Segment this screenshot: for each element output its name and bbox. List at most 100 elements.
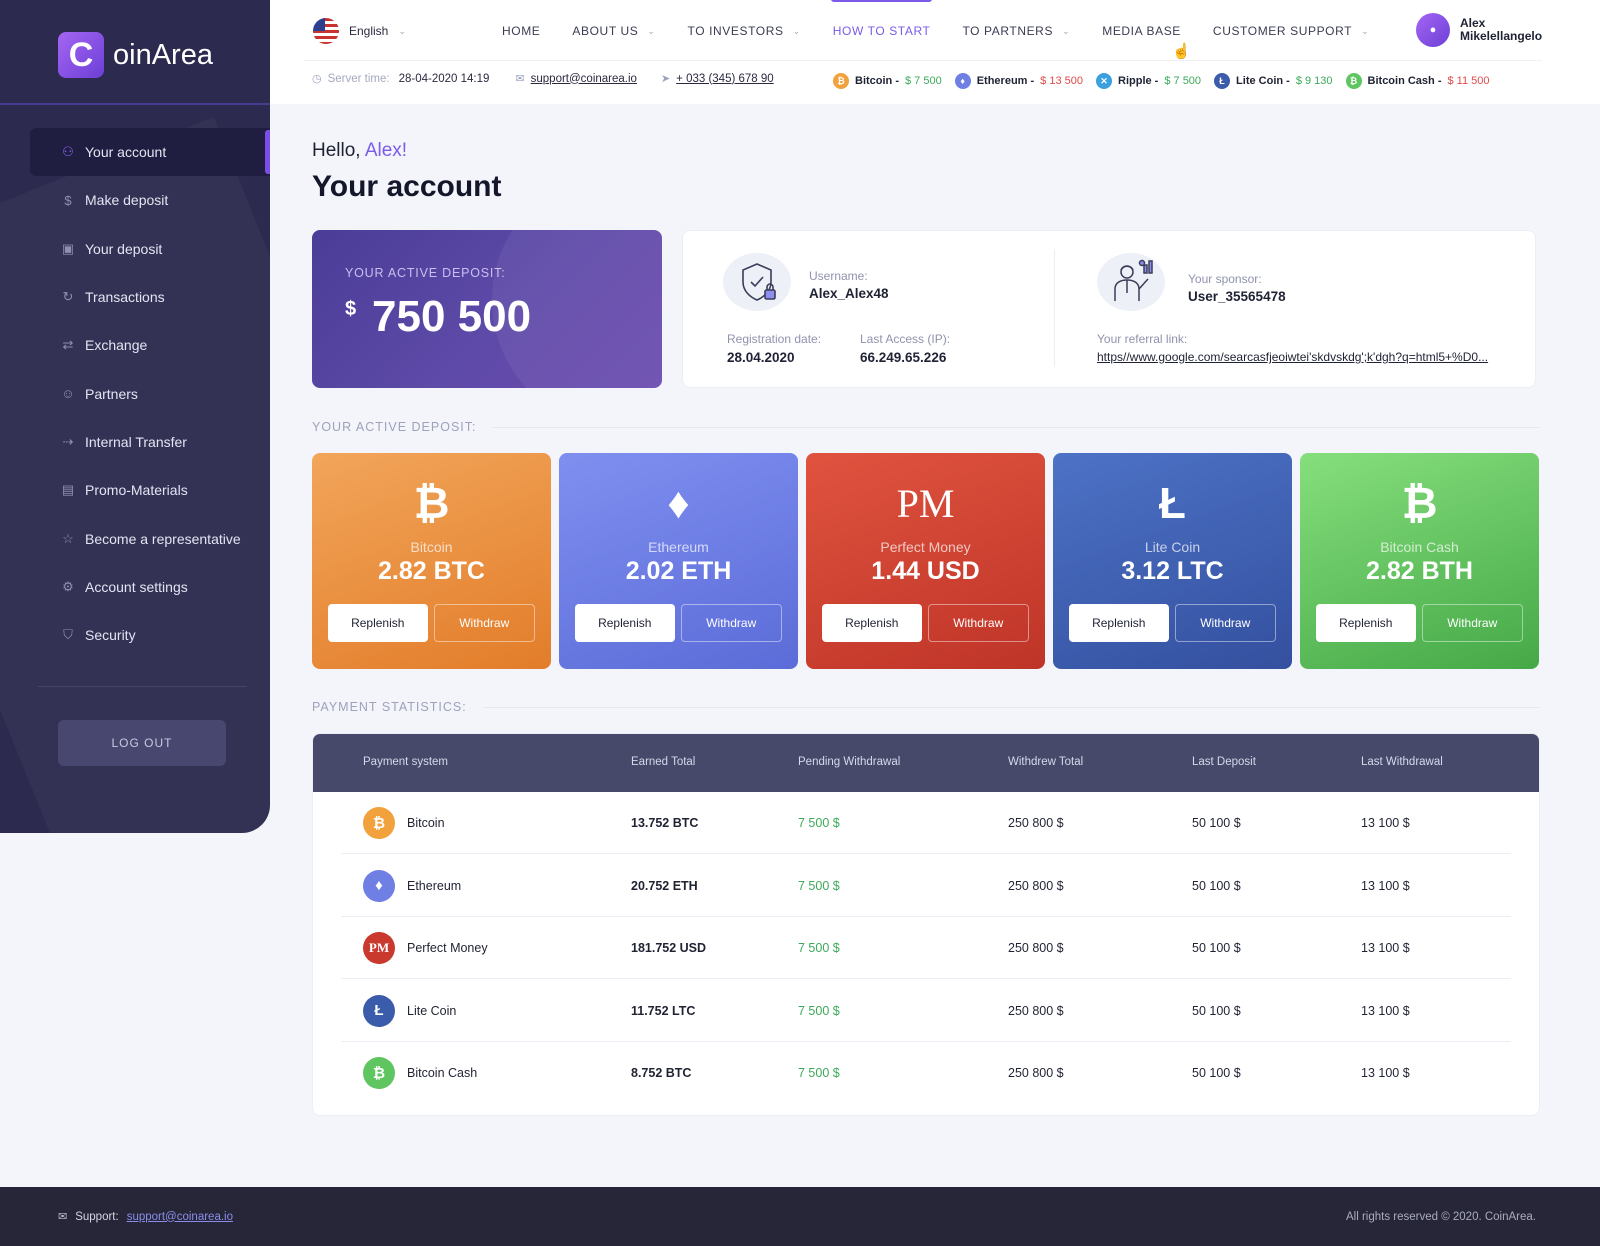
- sidebar-item-your-deposit[interactable]: ▣ Your deposit: [30, 225, 270, 273]
- sidebar-item-make-deposit[interactable]: $ Make deposit: [30, 176, 270, 224]
- bookmark-icon: ▤: [61, 482, 75, 498]
- coin-name: Bitcoin: [410, 539, 453, 555]
- greeting: Hello, Alex!: [312, 140, 407, 162]
- payment-statistics-table: Payment system Earned Total Pending Withdr…: [312, 733, 1540, 1116]
- sidebar-item-security[interactable]: ⛉ Security: [30, 611, 270, 659]
- sidebar-item-internal-transfer[interactable]: ⇢ Internal Transfer: [30, 418, 270, 466]
- ticker-item[interactable]: ♦ Ethereum - $ 13 500: [954, 73, 1083, 89]
- sidebar-item-account-settings[interactable]: ⚙ Account settings: [30, 563, 270, 611]
- deposit-value: 750 500: [372, 292, 532, 341]
- logo-text: oinArea: [113, 38, 213, 71]
- menu-item-label: CUSTOMER SUPPORT: [1212, 24, 1353, 38]
- replenish-button[interactable]: Replenish: [575, 604, 675, 642]
- info-bar: ◷ Server time: 28-04-2020 14:19 ✉ suppor…: [312, 72, 774, 86]
- menu-item-how-to-start[interactable]: HOW TO START: [830, 0, 933, 40]
- coin-icon: Ł: [1214, 73, 1231, 89]
- ticker-item[interactable]: ₿ Bitcoin - $ 7 500: [833, 73, 942, 89]
- coin-card-lite-coin: Ł Lite Coin 3.12 LTC Replenish Withdraw: [1053, 453, 1292, 669]
- coin-actions: Replenish Withdraw: [575, 604, 782, 642]
- withdraw-button[interactable]: Withdraw: [1421, 604, 1523, 642]
- sponsor-value: User_35565478: [1188, 289, 1286, 304]
- coin-icon: ♦: [954, 73, 971, 89]
- withdrew-cell: 250 800 $: [1008, 878, 1064, 893]
- withdraw-button[interactable]: Withdraw: [680, 604, 782, 642]
- sidebar-item-exchange[interactable]: ⇄ Exchange: [30, 321, 270, 369]
- withdraw-button[interactable]: Withdraw: [1174, 604, 1276, 642]
- logout-button[interactable]: LOG OUT: [58, 720, 226, 766]
- logo[interactable]: C oinArea: [58, 32, 213, 78]
- table-row: PM Perfect Money 181.752 USD 7 500 $ 250 800…: [341, 917, 1511, 979]
- sidebar-item-label: Promo-Materials: [85, 482, 188, 499]
- withdrew-cell: 250 800 $: [1008, 816, 1064, 830]
- sidebar-item-partners[interactable]: ☺ Partners: [30, 370, 270, 418]
- star-icon: ☆: [62, 530, 74, 546]
- bitcoin-cash-icon: ₿: [363, 1057, 395, 1089]
- withdraw-button[interactable]: Withdraw: [433, 604, 535, 642]
- last-withdrawal-cell: 13 100 $: [1361, 1066, 1410, 1080]
- ticker-price: $ 9 130: [1295, 75, 1333, 87]
- businessman-icon: [1097, 253, 1165, 311]
- menu-item-label: TO PARTNERS: [962, 24, 1054, 38]
- menu-item-about-us[interactable]: ABOUT US ⌄: [572, 22, 655, 40]
- referral-link[interactable]: https//www.google.com/searcasfjeoiwtei's…: [1097, 350, 1488, 364]
- sidebar-item-transactions[interactable]: ↻ Transactions: [30, 273, 270, 321]
- sidebar-item-label: Partners: [85, 385, 138, 402]
- avatar: ●: [1416, 13, 1450, 47]
- replenish-button[interactable]: Replenish: [1069, 604, 1169, 642]
- replenish-button[interactable]: Replenish: [1316, 604, 1416, 642]
- menu-item-to-partners[interactable]: TO PARTNERS ⌄: [962, 22, 1070, 40]
- sidebar-item-promo-materials[interactable]: ▤ Promo-Materials: [30, 466, 270, 514]
- menu-item-customer-support[interactable]: CUSTOMER SUPPORT ⌄: [1213, 22, 1369, 40]
- last-withdrawal-cell: 13 100 $: [1361, 1003, 1410, 1018]
- menu-item-label: MEDIA BASE: [1102, 24, 1181, 38]
- pending-cell: 7 500 $: [798, 1066, 840, 1080]
- replenish-button[interactable]: Replenish: [822, 604, 922, 642]
- phone-link[interactable]: + 033 (345) 678 90: [676, 73, 774, 85]
- coin-actions: Replenish Withdraw: [328, 604, 535, 642]
- payment-system-cell: ₿ Bitcoin Cash: [363, 1042, 477, 1104]
- chevron-down-icon: ⌄: [647, 25, 656, 36]
- ticker-item[interactable]: Ł Lite Coin - $ 9 130: [1214, 73, 1333, 89]
- withdrew-cell: 250 800 $: [1008, 1066, 1064, 1080]
- send-icon: ➤: [660, 73, 671, 85]
- table-row: ♦ Ethereum 20.752 ETH 7 500 $ 250 800 $ 50 10…: [341, 855, 1511, 917]
- ticker-name: Bitcoin Cash -: [1367, 75, 1442, 87]
- wallet-icon: ▣: [61, 240, 75, 256]
- registration-value: 28.04.2020: [727, 350, 795, 365]
- last-access-value: 66.249.65.226: [860, 350, 947, 365]
- ticker-item[interactable]: ₿ Bitcoin Cash - $ 11 500: [1345, 73, 1490, 89]
- column-header: Withdrew Total: [1008, 756, 1084, 768]
- table-header: Payment system Earned Total Pending Withdr…: [313, 734, 1539, 792]
- coin-icon: ₿: [1345, 73, 1362, 89]
- price-ticker: ₿ Bitcoin - $ 7 500 ♦ Ethereum - $ 13 500 ✕ Rip…: [833, 73, 1490, 89]
- language-selector[interactable]: English ⌄: [313, 18, 406, 44]
- coin-symbol-icon: ₿: [413, 479, 450, 528]
- replenish-button[interactable]: Replenish: [328, 604, 428, 642]
- coin-actions: Replenish Withdraw: [1316, 604, 1523, 642]
- menu-item-media-base[interactable]: MEDIA BASE: [1102, 22, 1181, 40]
- page-title: Your account: [312, 170, 502, 203]
- referral-label: Your referral link:: [1097, 332, 1188, 346]
- menu-item-home[interactable]: HOME: [502, 22, 540, 40]
- ticker-price: $ 11 500: [1447, 75, 1490, 87]
- copyright: All rights reserved © 2020. CoinArea.: [1345, 1210, 1536, 1223]
- username-value: Alex_Alex48: [809, 286, 889, 301]
- user-profile[interactable]: ● Alex Mikelellangelo: [1416, 13, 1542, 47]
- bitcoin-icon: ₿: [363, 807, 395, 839]
- sidebar-item-your-account[interactable]: ⚇ Your account: [30, 128, 270, 176]
- support-email-link[interactable]: support@coinarea.io: [531, 73, 637, 85]
- withdraw-button[interactable]: Withdraw: [927, 604, 1029, 642]
- top-header: English ⌄ HOME ABOUT US ⌄ TO INVESTORS ⌄ HOW …: [270, 0, 1600, 104]
- greeting-text: Hello,: [312, 140, 361, 161]
- column-header: Earned Total: [631, 756, 696, 768]
- payment-statistics-label: PAYMENT STATISTICS:: [312, 700, 467, 714]
- sidebar-item-become-a-representative[interactable]: ☆ Become a representative: [30, 515, 270, 563]
- menu-item-label: ABOUT US: [572, 24, 639, 38]
- ticker-item[interactable]: ✕ Ripple - $ 7 500: [1096, 73, 1201, 89]
- chevron-down-icon: ⌄: [1361, 25, 1370, 36]
- menu-item-to-investors[interactable]: TO INVESTORS ⌄: [688, 22, 801, 40]
- ticker-name: Lite Coin -: [1236, 75, 1290, 87]
- footer-support-email-link[interactable]: support@coinarea.io: [127, 1211, 233, 1223]
- coin-name: Lite Coin: [1144, 539, 1201, 555]
- coin-icon: ₿: [833, 73, 849, 89]
